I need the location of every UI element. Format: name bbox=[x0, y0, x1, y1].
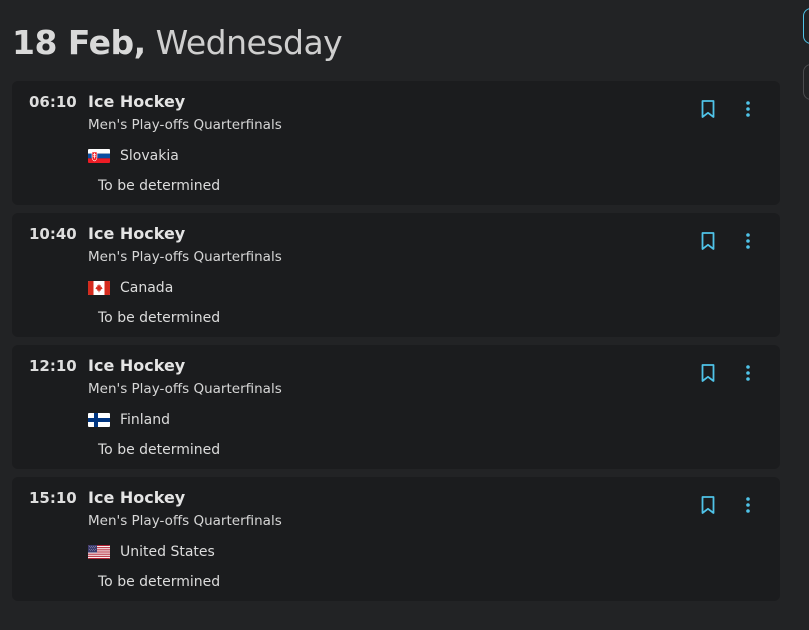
bookmark-button[interactable] bbox=[699, 99, 717, 119]
team-name: United States bbox=[120, 544, 215, 560]
bookmark-button[interactable] bbox=[699, 495, 717, 515]
team-name: Finland bbox=[120, 412, 171, 428]
more-options-button[interactable] bbox=[739, 363, 757, 383]
edge-tab-top[interactable] bbox=[803, 8, 809, 44]
event-time: 06:10 bbox=[29, 93, 77, 111]
edge-tab-middle[interactable] bbox=[803, 64, 809, 100]
event-phase: Men's Play-offs Quarterfinals bbox=[88, 249, 282, 265]
bookmark-button[interactable] bbox=[699, 231, 717, 251]
team-row: Canada bbox=[88, 279, 173, 297]
team-row: Finland bbox=[88, 411, 170, 429]
event-phase: Men's Play-offs Quarterfinals bbox=[88, 117, 282, 133]
team-row: United States bbox=[88, 543, 215, 561]
date-label: 18 Feb, bbox=[12, 23, 146, 62]
event-list: 06:10 Ice Hockey Men's Play-offs Quarter… bbox=[12, 81, 780, 609]
event-phase: Men's Play-offs Quarterfinals bbox=[88, 381, 282, 397]
date-heading: 18 Feb, Wednesday bbox=[12, 22, 343, 64]
team-name: Slovakia bbox=[120, 148, 179, 164]
team-name: Canada bbox=[120, 280, 174, 296]
slovakia-flag-icon bbox=[88, 149, 110, 163]
event-card[interactable]: 06:10 Ice Hockey Men's Play-offs Quarter… bbox=[12, 81, 780, 205]
event-sport: Ice Hockey bbox=[88, 92, 186, 111]
event-card[interactable]: 10:40 Ice Hockey Men's Play-offs Quarter… bbox=[12, 213, 780, 337]
event-card[interactable]: 12:10 Ice Hockey Men's Play-offs Quarter… bbox=[12, 345, 780, 469]
bookmark-icon bbox=[701, 364, 715, 382]
event-card[interactable]: 15:10 Ice Hockey Men's Play-offs Quarter… bbox=[12, 477, 780, 601]
event-time: 10:40 bbox=[29, 225, 77, 243]
opponent-label: To be determined bbox=[98, 178, 221, 194]
bookmark-icon bbox=[701, 100, 715, 118]
more-vertical-icon bbox=[746, 497, 750, 513]
event-sport: Ice Hockey bbox=[88, 356, 186, 375]
more-vertical-icon bbox=[746, 365, 750, 381]
event-time: 12:10 bbox=[29, 357, 77, 375]
bookmark-icon bbox=[701, 496, 715, 514]
more-options-button[interactable] bbox=[739, 231, 757, 251]
event-sport: Ice Hockey bbox=[88, 224, 186, 243]
finland-flag-icon bbox=[88, 413, 110, 427]
opponent-label: To be determined bbox=[98, 310, 221, 326]
opponent-label: To be determined bbox=[98, 442, 221, 458]
weekday-label: Wednesday bbox=[155, 23, 343, 62]
event-phase: Men's Play-offs Quarterfinals bbox=[88, 513, 282, 529]
event-sport: Ice Hockey bbox=[88, 488, 186, 507]
bookmark-button[interactable] bbox=[699, 363, 717, 383]
more-vertical-icon bbox=[746, 233, 750, 249]
canada-flag-icon bbox=[88, 281, 110, 295]
opponent-label: To be determined bbox=[98, 574, 221, 590]
more-options-button[interactable] bbox=[739, 99, 757, 119]
event-time: 15:10 bbox=[29, 489, 77, 507]
bookmark-icon bbox=[701, 232, 715, 250]
more-options-button[interactable] bbox=[739, 495, 757, 515]
united-states-flag-icon bbox=[88, 545, 110, 559]
more-vertical-icon bbox=[746, 101, 750, 117]
team-row: Slovakia bbox=[88, 147, 179, 165]
